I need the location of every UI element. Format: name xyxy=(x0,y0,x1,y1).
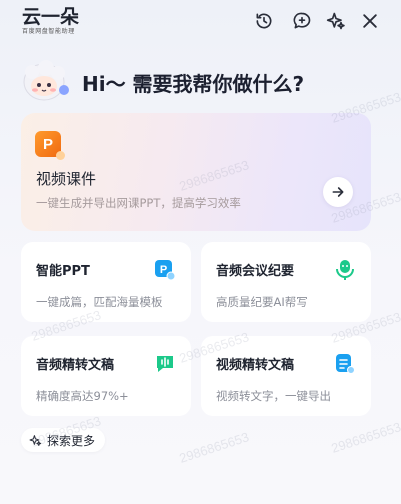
header: 云一朵 百度网盘智能助理 xyxy=(0,0,401,44)
mic-icon xyxy=(336,260,354,280)
sparkle-icon xyxy=(29,434,42,446)
arrow-right-icon[interactable] xyxy=(323,177,353,207)
audio-wave-icon xyxy=(157,356,173,372)
watermark: 2986865653 xyxy=(329,419,401,456)
watermark: 2986865653 xyxy=(177,429,251,466)
video-transcript-card[interactable]: 视频精转文稿 视频转文字，一键导出 xyxy=(201,336,371,416)
greeting-title: Hi～ 需要我帮你做什么? xyxy=(82,72,305,96)
hero-subtitle: 一键生成并导出网课PPT，提高学习效率 xyxy=(36,196,241,210)
svg-text:P: P xyxy=(160,264,167,276)
card-title: 智能PPT xyxy=(36,264,90,279)
new-chat-icon[interactable] xyxy=(291,10,313,32)
mascot-avatar xyxy=(23,60,69,101)
card-title: 音频会议纪要 xyxy=(216,264,295,279)
meeting-minutes-card[interactable]: 音频会议纪要 高质量纪要AI帮写 xyxy=(201,242,371,322)
explore-more-label: 探索更多 xyxy=(47,433,96,448)
document-icon xyxy=(336,354,355,374)
ppt-icon: P xyxy=(155,260,175,280)
close-icon[interactable] xyxy=(359,10,381,32)
card-desc: 精确度高达97%+ xyxy=(36,389,129,403)
card-title: 音频精转文稿 xyxy=(36,358,115,373)
logo-text: 云一朵 xyxy=(22,6,80,28)
audio-transcript-card[interactable]: 音频精转文稿 精确度高达97%+ xyxy=(21,336,191,416)
video-courseware-card[interactable]: P 视频课件 一键生成并导出网课PPT，提高学习效率 xyxy=(21,113,371,231)
logo-subtitle: 百度网盘智能助理 xyxy=(22,28,75,35)
explore-more-button[interactable]: 探索更多 xyxy=(21,428,106,452)
hero-title: 视频课件 xyxy=(36,170,97,188)
sparkle-icon[interactable] xyxy=(325,10,347,32)
card-desc: 高质量纪要AI帮写 xyxy=(216,295,308,309)
card-desc: 一键成篇，匹配海量模板 xyxy=(36,295,163,309)
smart-ppt-card[interactable]: 智能PPT 一键成篇，匹配海量模板 P xyxy=(21,242,191,322)
card-desc: 视频转文字，一键导出 xyxy=(216,389,331,403)
card-title: 视频精转文稿 xyxy=(216,358,295,373)
history-icon[interactable] xyxy=(253,10,275,32)
logo: 云一朵 百度网盘智能助理 xyxy=(22,6,79,36)
ppt-orange-icon: P xyxy=(35,131,65,160)
